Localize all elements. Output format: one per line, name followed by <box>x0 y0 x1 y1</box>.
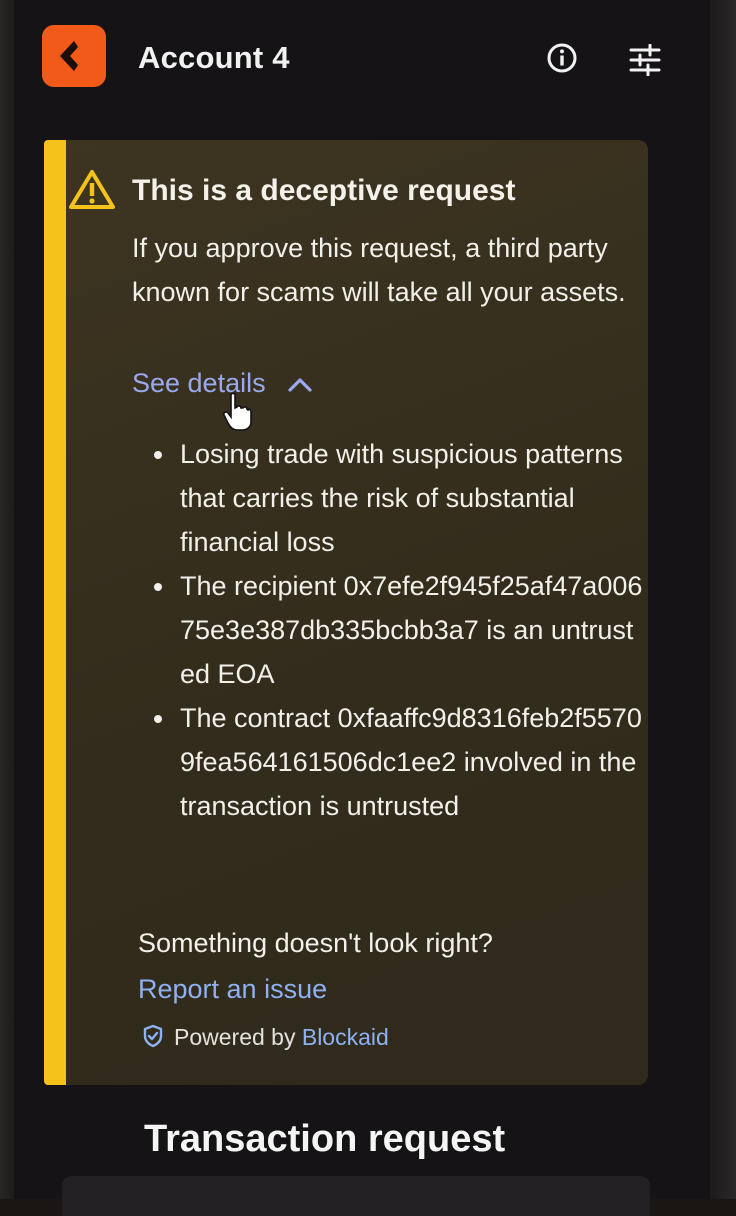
device-edge <box>710 0 736 1199</box>
feedback-question: Something doesn't look right? <box>138 928 493 958</box>
header: Account 4 <box>42 22 682 88</box>
info-icon[interactable] <box>546 42 578 74</box>
powered-by: Powered by Blockaid <box>142 1024 389 1054</box>
transaction-card <box>62 1176 650 1216</box>
account-name[interactable]: Account 4 <box>138 40 290 76</box>
alert-details-list: Losing trade with suspicious patterns th… <box>150 432 644 828</box>
shield-check-icon <box>142 1024 164 1054</box>
warning-triangle-icon <box>68 168 116 215</box>
app-logo-icon[interactable] <box>42 25 106 87</box>
hand-pointer-cursor-icon <box>222 392 252 437</box>
blockaid-link[interactable]: Blockaid <box>302 1024 389 1050</box>
alert-description: If you approve this request, a third par… <box>132 233 626 307</box>
transaction-request-title: Transaction request <box>144 1118 506 1160</box>
settings-sliders-icon[interactable] <box>628 43 662 77</box>
detail-item: The recipient 0x7efe2f945f25af47a00675e3… <box>150 564 644 696</box>
chevron-up-icon[interactable] <box>287 368 313 399</box>
deceptive-request-alert: This is a deceptive request If you appro… <box>44 140 648 1085</box>
alert-title: This is a deceptive request <box>132 174 516 207</box>
detail-item: The contract 0xfaaffc9d8316feb2f55709fea… <box>150 696 644 828</box>
report-issue-link[interactable]: Report an issue <box>138 974 327 1005</box>
powered-by-label: Powered by <box>174 1024 296 1050</box>
alert-accent-bar <box>44 140 66 1085</box>
detail-item: Losing trade with suspicious patterns th… <box>150 432 644 564</box>
